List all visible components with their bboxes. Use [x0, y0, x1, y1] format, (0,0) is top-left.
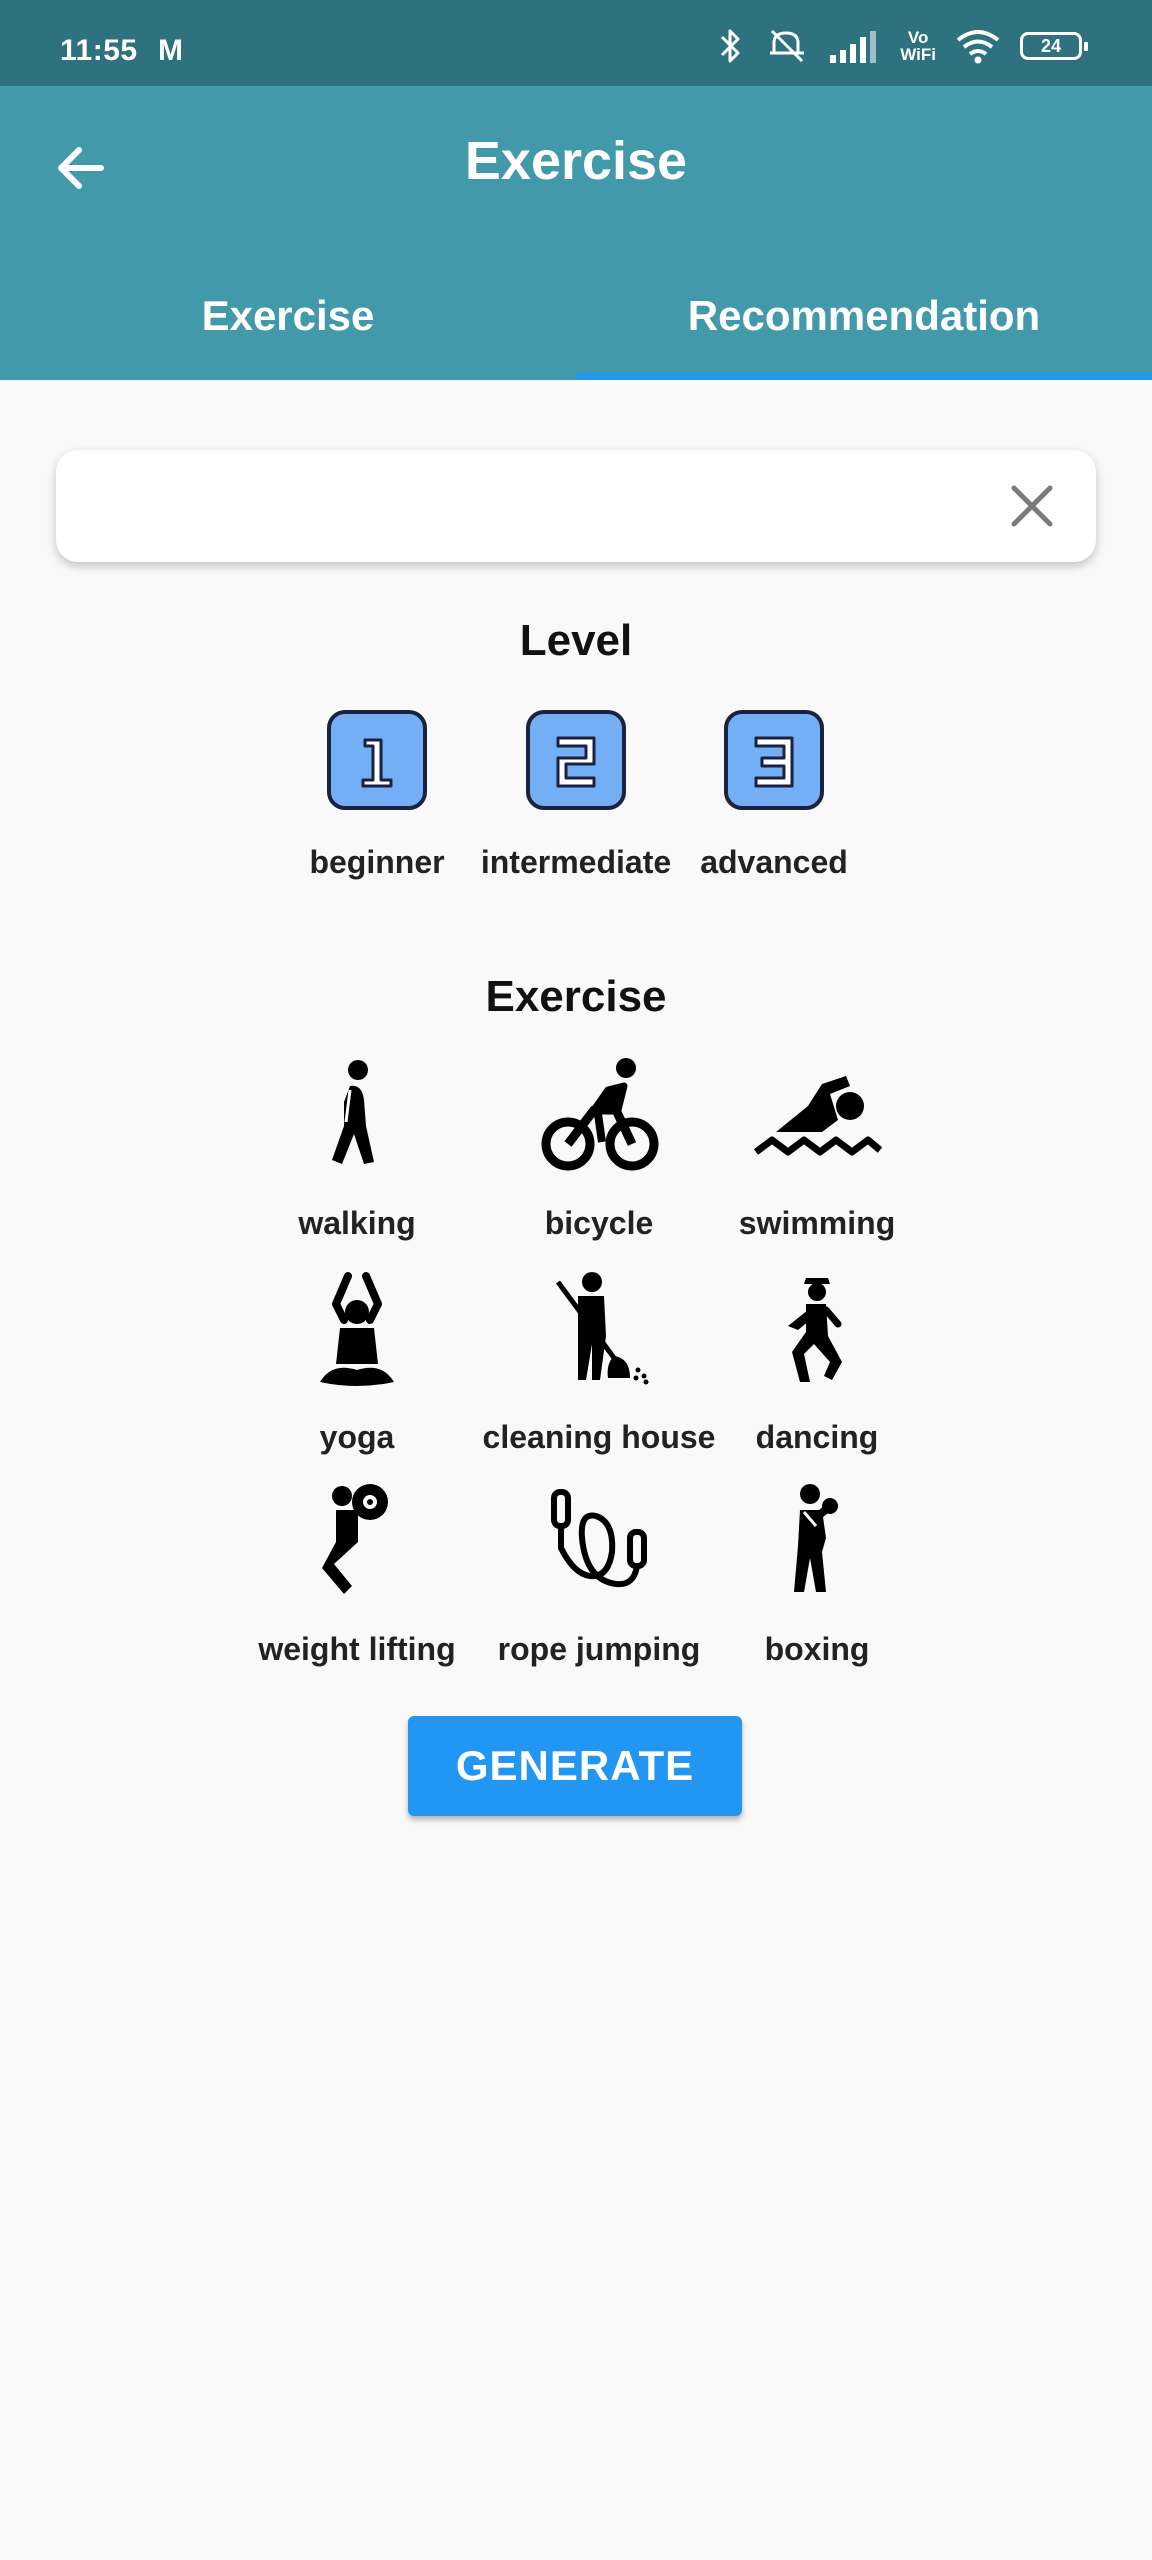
bluetooth-icon [721, 29, 740, 63]
level-label-intermediate: intermediate [480, 844, 672, 880]
exercise-cleaning-house[interactable]: cleaning house [479, 1270, 719, 1456]
swimming-icon [753, 1076, 883, 1156]
exercise-title: Exercise [485, 972, 667, 1021]
exercise-bicycle[interactable]: bicycle [479, 1056, 719, 1242]
status-bar: 11:55 M Vo WiFi 24 [0, 0, 1152, 86]
level-intermediate[interactable]: intermediate [476, 706, 676, 881]
battery-icon: 24 [1020, 32, 1088, 60]
tab-recommendation[interactable]: Recommendation [576, 282, 1152, 380]
search-input[interactable] [86, 470, 990, 544]
cleaning-icon [555, 1272, 649, 1385]
status-icons: Vo WiFi 24 [718, 26, 1088, 66]
wifi-icon [956, 30, 1000, 64]
rope-jumping-icon [551, 1489, 647, 1588]
mute-bell-icon [770, 29, 805, 63]
exercise-rope-jumping[interactable]: rope jumping [479, 1482, 719, 1668]
generate-button[interactable]: GENERATE [408, 1716, 742, 1816]
level-title: Level [519, 616, 633, 665]
exercise-walking[interactable]: walking [237, 1056, 477, 1242]
exercise-label: yoga [319, 1419, 395, 1455]
exercise-label: swimming [738, 1205, 896, 1241]
level-label-advanced: advanced [700, 844, 848, 880]
search-box [56, 450, 1096, 562]
bicycle-icon [541, 1058, 659, 1171]
yoga-icon [320, 1272, 394, 1386]
exercise-swimming[interactable]: swimming [697, 1056, 937, 1242]
level-advanced[interactable]: advanced [674, 706, 874, 881]
boxing-icon [794, 1484, 838, 1592]
signal-icon [830, 31, 877, 63]
weight-lifting-icon [322, 1484, 388, 1594]
exercise-dancing[interactable]: dancing [697, 1270, 937, 1456]
status-time: 11:55 [60, 34, 138, 67]
level-3-icon [724, 710, 824, 810]
vowifi-line-1: Vo [907, 28, 929, 47]
vowifi-icon: Vo WiFi [900, 29, 936, 63]
number-3-glyph [754, 736, 794, 788]
page-title: Exercise [464, 131, 688, 191]
number-1-glyph [361, 738, 393, 788]
close-icon [1011, 485, 1053, 527]
vowifi-line-2: WiFi [900, 45, 936, 64]
exercise-label: boxing [764, 1631, 870, 1667]
app-bar: Exercise Exercise Recommendation [0, 86, 1152, 380]
level-2-icon [526, 710, 626, 810]
tab-exercise[interactable]: Exercise [0, 282, 576, 380]
exercise-label: weight lifting [258, 1631, 456, 1667]
exercise-label: cleaning house [482, 1419, 716, 1455]
exercise-weight-lifting[interactable]: weight lifting [237, 1482, 477, 1668]
exercise-label: bicycle [544, 1205, 654, 1241]
exercise-yoga[interactable]: yoga [237, 1270, 477, 1456]
number-2-glyph [556, 736, 596, 788]
level-1-icon [327, 710, 427, 810]
exercise-label: rope jumping [497, 1631, 701, 1667]
clear-button[interactable] [1004, 478, 1060, 534]
dancing-icon [788, 1278, 842, 1382]
level-label-beginner: beginner [309, 844, 445, 880]
exercise-label: dancing [755, 1419, 879, 1455]
carrier-icon: M [158, 34, 183, 67]
exercise-label: walking [298, 1205, 416, 1241]
walking-icon [332, 1060, 374, 1164]
exercise-boxing[interactable]: boxing [697, 1482, 937, 1668]
level-selector: beginner intermediate advanced [0, 706, 1152, 896]
level-beginner[interactable]: beginner [277, 706, 477, 881]
tab-bar: Exercise Recommendation [0, 282, 1152, 380]
